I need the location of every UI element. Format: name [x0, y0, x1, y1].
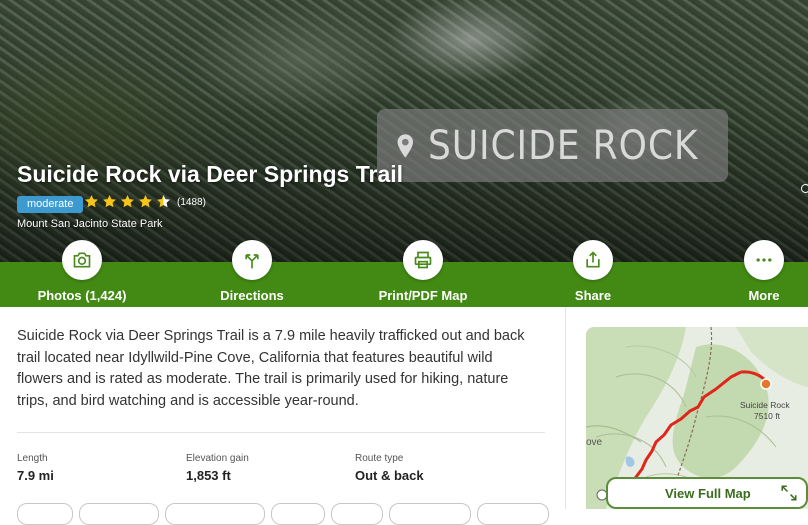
printer-icon — [414, 251, 432, 269]
star-icon — [121, 194, 134, 208]
stat-route-type: Route type Out & back — [355, 453, 424, 483]
share-icon-circle[interactable] — [573, 240, 613, 280]
difficulty-badge: moderate — [17, 196, 84, 213]
share-icon — [586, 251, 600, 268]
map-peak-name: Suicide Rock — [740, 400, 790, 410]
print-icon-circle[interactable] — [403, 240, 443, 280]
section-divider — [17, 432, 545, 433]
stat-length: Length 7.9 mi — [17, 453, 54, 483]
tag-chip[interactable] — [477, 503, 549, 525]
tag-chip[interactable] — [331, 503, 383, 525]
more-icon-circle[interactable] — [744, 240, 784, 280]
photos-icon-circle[interactable] — [62, 240, 102, 280]
stat-label: Length — [17, 453, 48, 464]
photos-label[interactable]: Photos (1,424) — [38, 288, 127, 303]
share-label[interactable]: Share — [575, 288, 611, 303]
tag-chips — [17, 503, 549, 525]
trail-title: Suicide Rock via Deer Springs Trail — [17, 161, 404, 187]
column-divider — [565, 307, 566, 509]
map-place-label: ove — [586, 437, 603, 448]
more-label[interactable]: More — [748, 288, 779, 303]
tag-chip[interactable] — [389, 503, 471, 525]
stat-elevation-gain: Elevation gain 1,853 ft — [186, 453, 249, 483]
stat-value: 7.9 mi — [17, 468, 54, 483]
half-star-icon — [157, 194, 170, 208]
tag-chip[interactable] — [17, 503, 73, 525]
view-full-map-label[interactable]: View Full Map — [665, 486, 751, 501]
directions-label[interactable]: Directions — [220, 288, 284, 303]
share-button[interactable]: Share — [533, 240, 653, 303]
review-count[interactable]: (1488) — [177, 197, 206, 208]
trail-description: Suicide Rock via Deer Springs Trail is a… — [17, 328, 525, 409]
star-rating[interactable] — [84, 194, 171, 209]
stat-value: Out & back — [355, 468, 424, 483]
location-sign: SUICIDE ROCK — [377, 109, 728, 182]
more-icon — [756, 258, 772, 262]
photos-button[interactable]: Photos (1,424) — [22, 240, 142, 303]
sign-text: SUICIDE ROCK — [427, 122, 698, 169]
print-map-button[interactable]: Print/PDF Map — [363, 240, 483, 303]
park-link[interactable]: Mount San Jacinto State Park — [17, 218, 163, 230]
stat-label: Route type — [355, 453, 404, 464]
stat-value: 1,853 ft — [186, 468, 231, 483]
carousel-indicator[interactable] — [801, 184, 808, 193]
camera-icon — [73, 252, 91, 268]
hero-image: SUICIDE ROCK Suicide Rock via Deer Sprin… — [0, 0, 808, 262]
more-button[interactable]: More — [704, 240, 808, 303]
star-icon — [85, 194, 98, 208]
star-icon — [103, 194, 116, 208]
map-peak-elevation: 7510 ft — [754, 411, 781, 421]
tag-chip[interactable] — [271, 503, 325, 525]
tag-chip[interactable] — [79, 503, 159, 525]
star-icon — [139, 194, 152, 208]
directions-icon-circle[interactable] — [232, 240, 272, 280]
expand-icon — [781, 485, 797, 501]
stat-label: Elevation gain — [186, 453, 249, 464]
view-full-map-button[interactable]: View Full Map — [606, 477, 808, 509]
print-map-label[interactable]: Print/PDF Map — [379, 288, 468, 303]
tag-chip[interactable] — [165, 503, 265, 525]
directions-button[interactable]: Directions — [192, 240, 312, 303]
directions-icon — [245, 254, 259, 269]
